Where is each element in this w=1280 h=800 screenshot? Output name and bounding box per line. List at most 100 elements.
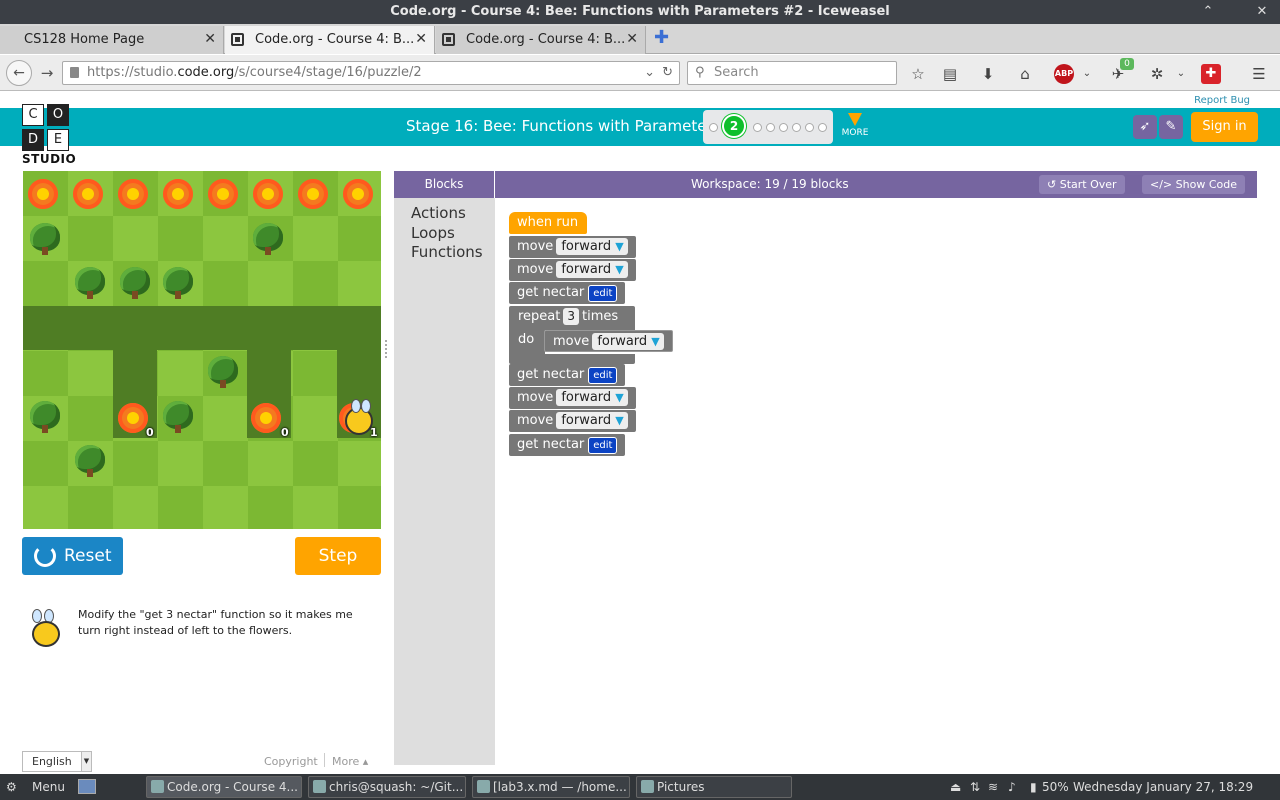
menu-label[interactable]: Menu xyxy=(32,774,65,800)
new-tab-plus-icon[interactable]: ✚ xyxy=(654,27,672,48)
dropdown-arrow-icon: ▼ xyxy=(651,335,660,348)
tree-icon xyxy=(75,267,105,299)
addon-dropdown-icon[interactable]: ⌄ xyxy=(1171,64,1191,84)
tree-icon xyxy=(208,356,238,388)
move-block[interactable]: move forward ▼ xyxy=(544,330,673,352)
hamburger-menu-icon[interactable]: ☰ xyxy=(1249,64,1269,84)
repeat-count-input[interactable]: 3 xyxy=(563,308,580,325)
move-block[interactable]: move forward ▼ xyxy=(509,387,636,409)
category-functions[interactable]: Functions xyxy=(411,243,483,261)
show-code-button[interactable]: </> Show Code xyxy=(1142,175,1245,194)
copyright-link[interactable]: Copyright xyxy=(264,755,318,768)
block-label: get nectar xyxy=(517,437,585,452)
desktop-icon[interactable] xyxy=(78,779,96,794)
network-addon-icon[interactable]: ✲ xyxy=(1147,64,1167,84)
sign-in-button[interactable]: Sign in xyxy=(1191,112,1258,142)
close-window-icon[interactable]: ✕ xyxy=(1252,0,1272,24)
puzzle-dot[interactable] xyxy=(779,123,788,132)
rocket-icon[interactable]: ➶ xyxy=(1133,115,1157,139)
more-dropdown[interactable]: MORE xyxy=(840,113,870,138)
puzzle-dot[interactable] xyxy=(766,123,775,132)
puzzle-dot[interactable] xyxy=(792,123,801,132)
codeorg-favicon-icon xyxy=(442,33,455,46)
taskbar-item-browser[interactable]: Code.org - Course 4... xyxy=(146,776,302,798)
tab-codeorg-active[interactable]: Code.org - Course 4: B... ✕ xyxy=(225,26,435,54)
move-block[interactable]: move forward ▼ xyxy=(509,410,636,432)
eject-icon[interactable]: ⏏ xyxy=(950,774,961,800)
bee-icon xyxy=(345,399,373,435)
category-actions[interactable]: Actions xyxy=(411,204,466,222)
reset-icon xyxy=(34,545,56,567)
direction-dropdown[interactable]: forward ▼ xyxy=(556,389,628,406)
dropdown-value: forward xyxy=(561,413,612,428)
wifi-icon[interactable]: ≋ xyxy=(988,774,998,800)
tab-codeorg-2[interactable]: Code.org - Course 4: B... ✕ xyxy=(436,26,646,54)
download-icon[interactable]: ⬇ xyxy=(978,64,998,84)
get-nectar-block[interactable]: get nectar edit xyxy=(509,434,626,456)
flower-icon xyxy=(118,179,148,209)
direction-dropdown[interactable]: forward ▼ xyxy=(556,261,628,278)
code-studio-logo[interactable]: C O D E STUDIO xyxy=(22,104,76,166)
network-icon[interactable]: ⇅ xyxy=(970,774,980,800)
direction-dropdown[interactable]: forward ▼ xyxy=(556,412,628,429)
edit-function-button[interactable]: edit xyxy=(588,367,618,384)
url-dropdown-chevron-icon[interactable]: ⌄ xyxy=(644,62,655,84)
report-bug-link[interactable]: Report Bug xyxy=(1194,95,1250,106)
reading-list-icon[interactable]: ▤ xyxy=(940,64,960,84)
taskbar-item-terminal[interactable]: chris@squash: ~/Git... xyxy=(308,776,466,798)
clock[interactable]: Wednesday January 27, 18:29 xyxy=(1073,774,1253,800)
taskbar-item-pictures[interactable]: Pictures xyxy=(636,776,792,798)
tab-close-icon[interactable]: ✕ xyxy=(415,26,427,53)
puzzle-dot[interactable] xyxy=(805,123,814,132)
adblock-icon[interactable]: ABP xyxy=(1054,64,1074,84)
language-select[interactable]: English ▼ xyxy=(22,751,92,772)
get-nectar-block[interactable]: get nectar edit xyxy=(509,364,626,386)
start-over-button[interactable]: ↺ Start Over xyxy=(1039,175,1125,194)
home-icon[interactable]: ⌂ xyxy=(1015,64,1035,84)
move-block[interactable]: move forward ▼ xyxy=(509,259,636,281)
resize-handle[interactable] xyxy=(385,340,388,358)
taskbar-item-editor[interactable]: [lab3.x.md — /home... xyxy=(472,776,630,798)
move-block[interactable]: move forward ▼ xyxy=(509,236,636,258)
volume-icon[interactable]: ♪ xyxy=(1008,774,1016,800)
puzzle-dot-current[interactable]: 2 xyxy=(722,114,746,138)
tab-close-icon[interactable]: ✕ xyxy=(204,26,216,53)
edit-function-button[interactable]: edit xyxy=(588,437,618,454)
puzzle-dot[interactable] xyxy=(753,123,762,132)
tab-close-icon[interactable]: ✕ xyxy=(626,26,638,53)
when-run-block[interactable]: when run xyxy=(509,212,587,234)
step-button[interactable]: Step xyxy=(295,537,381,575)
direction-dropdown[interactable]: forward ▼ xyxy=(592,333,664,350)
puzzle-dot[interactable] xyxy=(709,123,718,132)
dropdown-arrow-icon: ▼ xyxy=(615,414,624,427)
red-plus-addon-icon[interactable]: ✚ xyxy=(1201,64,1221,84)
undo-icon: ↺ xyxy=(1047,178,1060,191)
bee-avatar-icon xyxy=(28,609,62,649)
forward-arrow-icon[interactable]: → xyxy=(35,61,59,85)
editor-header: Blocks Workspace: 19 / 19 blocks ↺ Start… xyxy=(394,171,1257,198)
footer-more-link[interactable]: More ▴ xyxy=(332,755,368,768)
menu-gear-icon[interactable]: ⚙ xyxy=(6,774,17,800)
search-input[interactable]: ⚲ Search xyxy=(687,61,897,85)
direction-dropdown[interactable]: forward ▼ xyxy=(556,238,628,255)
adblock-dropdown-icon[interactable]: ⌄ xyxy=(1077,64,1097,84)
get-nectar-block[interactable]: get nectar edit xyxy=(509,282,626,304)
taskbar-item-label: Code.org - Course 4... xyxy=(167,780,298,794)
more-triangle-icon xyxy=(848,113,862,126)
tab-cs128[interactable]: CS128 Home Page ✕ xyxy=(0,26,224,54)
category-loops[interactable]: Loops xyxy=(411,224,455,242)
codeorg-favicon-icon xyxy=(231,33,244,46)
bookmark-star-icon[interactable]: ☆ xyxy=(908,64,928,84)
url-bar[interactable]: https://studio.code.org/s/course4/stage/… xyxy=(62,61,680,85)
reset-button[interactable]: Reset xyxy=(22,537,123,575)
reload-icon[interactable]: ↻ xyxy=(662,62,673,84)
logo-letter: C xyxy=(22,104,44,126)
language-value: English xyxy=(32,755,72,768)
minimize-icon[interactable]: ⌃ xyxy=(1198,0,1218,24)
back-arrow-icon[interactable]: ← xyxy=(6,60,32,86)
pencil-icon[interactable]: ✎ xyxy=(1159,115,1183,139)
do-label: do xyxy=(518,332,535,347)
battery-icon[interactable]: ▮ xyxy=(1030,774,1037,800)
edit-function-button[interactable]: edit xyxy=(588,285,618,302)
puzzle-dot[interactable] xyxy=(818,123,827,132)
